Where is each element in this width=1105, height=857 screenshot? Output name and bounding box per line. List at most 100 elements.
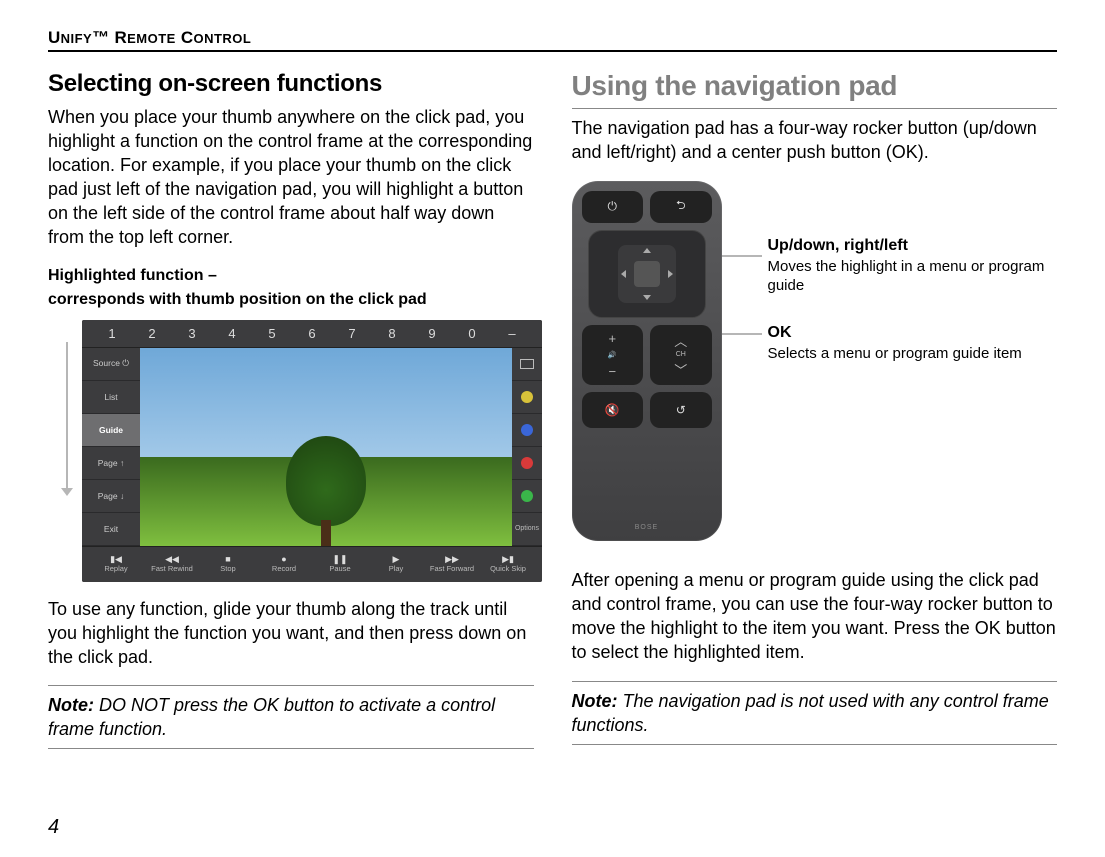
tv-transport-item: ▶▶Fast Forward [424, 555, 480, 574]
tv-digit: 7 [348, 326, 355, 341]
arrow-down-icon [643, 295, 651, 300]
header-chars: ONTROL [193, 31, 251, 46]
callout-label: Highlighted function – corresponds with … [48, 266, 534, 310]
figure-label-bold: OK [768, 324, 792, 341]
tv-digit: 2 [148, 326, 155, 341]
tv-sidebar-item: Page ↓ [82, 480, 140, 513]
section-heading: Using the navigation pad [572, 70, 1058, 102]
tv-right-rail: Options [512, 348, 542, 546]
left-column: Selecting on-screen functions When you p… [48, 70, 534, 757]
tv-digit: 9 [428, 326, 435, 341]
page-number: 4 [48, 816, 59, 839]
note-label: Note: [48, 695, 94, 715]
note-paragraph: Note: The navigation pad is not used wit… [572, 690, 1058, 738]
figure-label-text: Moves the highlight in a menu or program… [768, 258, 1045, 295]
divider [572, 744, 1058, 745]
blue-dot-icon [512, 414, 542, 447]
figure-label: OK Selects a menu or program guide item [768, 323, 1022, 363]
figure-label-bold: Up/down, right/left [768, 237, 908, 254]
yellow-dot-icon [512, 381, 542, 414]
divider [572, 681, 1058, 682]
source-icon: ⮌ [650, 191, 712, 223]
tv-digit: 5 [268, 326, 275, 341]
last-icon: ↺ [650, 392, 712, 428]
page-header: UNIFY™ REMOTE CONTROL [48, 28, 1057, 52]
header-title: UNIFY™ REMOTE CONTROL [48, 28, 251, 48]
tv-transport-row: ▮◀Replay◀◀Fast Rewind■Stop●Record❚❚Pause… [82, 546, 542, 582]
tv-transport-item: ▮◀Replay [88, 555, 144, 574]
dpad [618, 245, 676, 303]
body-paragraph: The navigation pad has a four-way rocker… [572, 117, 1058, 165]
speaker-icon: 🔊 [608, 351, 617, 359]
header-chars: NIFY [61, 31, 93, 46]
leader-arrow-icon [61, 488, 73, 496]
tv-digit: 8 [388, 326, 395, 341]
section-heading: Selecting on-screen functions [48, 70, 534, 98]
tree-leaves [286, 436, 366, 526]
chevron-up-icon: ︿ [674, 331, 687, 350]
figure-label-text: Selects a menu or program guide item [768, 345, 1022, 362]
tv-digit-row: 1234567890– [82, 320, 542, 348]
tv-sidebar: Source ⏻ListGuidePage ↑Page ↓Exit [82, 348, 140, 546]
tv-digit: 1 [108, 326, 115, 341]
note-paragraph: Note: DO NOT press the OK button to acti… [48, 694, 534, 742]
ch-label: CH [676, 351, 686, 358]
tv-figure: 1234567890– Source ⏻ListGuidePage ↑Page … [48, 320, 534, 582]
tv-digit: 4 [228, 326, 235, 341]
tv-sidebar-item: Guide [82, 414, 140, 447]
body-paragraph: When you place your thumb anywhere on th… [48, 106, 534, 250]
right-column: Using the navigation pad The navigation … [572, 70, 1058, 757]
remote-inner: ⏻ ⮌ + 🔊 [582, 191, 712, 531]
leader-line [66, 342, 68, 490]
minus-icon: − [608, 364, 616, 379]
tv-digit: – [508, 326, 515, 341]
tv-sidebar-item: Page ↑ [82, 447, 140, 480]
divider [48, 685, 534, 686]
arrow-left-icon [621, 270, 626, 278]
header-tm: ™ R [92, 28, 127, 47]
tv-transport-item: ▶▮Quick Skip [480, 555, 536, 574]
tv-transport-item: ◀◀Fast Rewind [144, 555, 200, 574]
header-char: U [48, 28, 61, 47]
tv-content-image [140, 348, 512, 546]
callout-line: corresponds with thumb position on the c… [48, 290, 534, 310]
note-text: The navigation pad is not used with any … [572, 691, 1049, 735]
volume-rocker: + 🔊 − [582, 325, 644, 385]
tv-digit: 3 [188, 326, 195, 341]
tree-trunk [321, 520, 331, 546]
arrow-right-icon [668, 270, 673, 278]
screen-icon [512, 348, 542, 381]
body-paragraph: To use any function, glide your thumb al… [48, 598, 534, 670]
tv-sidebar-item: Source ⏻ [82, 348, 140, 381]
remote-vol-ch-row: + 🔊 − ︿ CH ﹀ [582, 325, 712, 385]
tv-transport-item: ■Stop [200, 555, 256, 574]
tv-sidebar-item: Exit [82, 513, 140, 546]
note-label: Note: [572, 691, 618, 711]
note-text: DO NOT press the OK button to activate a… [48, 695, 495, 739]
tv-transport-item: ●Record [256, 555, 312, 574]
divider [48, 748, 534, 749]
red-dot-icon [512, 447, 542, 480]
callout-line: Highlighted function – [48, 266, 534, 286]
plus-icon: + [608, 331, 616, 346]
remote-illustration: ⏻ ⮌ + 🔊 [572, 181, 722, 541]
header-chars: EMOTE [127, 31, 176, 46]
remote-bottom-row: 🔇 ↺ [582, 392, 712, 428]
remote-top-row: ⏻ ⮌ [582, 191, 712, 223]
tv-options-label: Options [512, 513, 542, 546]
body-paragraph: After opening a menu or program guide us… [572, 569, 1058, 665]
chevron-down-icon: ﹀ [674, 360, 687, 379]
content-columns: Selecting on-screen functions When you p… [48, 70, 1057, 757]
tv-ui-screenshot: 1234567890– Source ⏻ListGuidePage ↑Page … [82, 320, 542, 582]
figure-label: Up/down, right/left Moves the highlight … [768, 236, 1058, 296]
tv-mid: Source ⏻ListGuidePage ↑Page ↓Exit [82, 348, 542, 546]
tv-transport-item: ▶Play [368, 555, 424, 574]
tv-sidebar-item: List [82, 381, 140, 414]
tv-digit: 6 [308, 326, 315, 341]
navigation-pad [588, 230, 706, 318]
tree-illustration [286, 426, 366, 546]
channel-rocker: ︿ CH ﹀ [650, 325, 712, 385]
brand-label: BOSE [635, 524, 658, 531]
power-icon: ⏻ [582, 191, 644, 223]
header-char: C [176, 28, 194, 47]
